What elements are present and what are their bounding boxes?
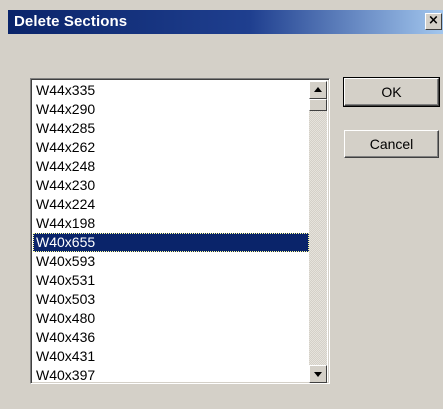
list-item[interactable]: W44x285 xyxy=(33,119,309,138)
list-item[interactable]: W40x503 xyxy=(33,290,309,309)
scroll-down-button[interactable] xyxy=(309,365,327,383)
list-item[interactable]: W40x531 xyxy=(33,271,309,290)
list-item[interactable]: W40x593 xyxy=(33,252,309,271)
list-item[interactable]: W44x335 xyxy=(33,81,309,100)
list-item[interactable]: W40x436 xyxy=(33,328,309,347)
list-item[interactable]: W44x290 xyxy=(33,100,309,119)
arrow-down-icon xyxy=(314,372,322,377)
close-icon: × xyxy=(428,13,439,28)
close-button[interactable]: × xyxy=(425,13,442,30)
arrow-up-icon xyxy=(314,87,322,92)
list-item[interactable]: W40x431 xyxy=(33,347,309,366)
cancel-button[interactable]: Cancel xyxy=(344,130,439,158)
title-bar: Delete Sections × xyxy=(8,10,443,34)
list-item[interactable]: W40x397 xyxy=(33,366,309,383)
sections-list: W44x335 W44x290 W44x285 W44x262 W44x248 W44x2… xyxy=(33,81,309,383)
list-item[interactable]: W44x198 xyxy=(33,214,309,233)
list-item[interactable]: W40x480 xyxy=(33,309,309,328)
sections-listbox[interactable]: W44x335 W44x290 W44x285 W44x262 W44x248 W44x2… xyxy=(30,78,330,384)
scrollbar-thumb[interactable] xyxy=(309,99,327,111)
scroll-up-button[interactable] xyxy=(309,81,327,99)
list-item[interactable]: W44x224 xyxy=(33,195,309,214)
delete-sections-dialog: Delete Sections × W44x335 W44x290 W44x285 W… xyxy=(0,0,443,409)
ok-button[interactable]: OK xyxy=(343,77,440,107)
list-item[interactable]: W44x262 xyxy=(33,138,309,157)
list-item-selected[interactable]: W40x655 xyxy=(33,233,309,252)
vertical-scrollbar[interactable] xyxy=(309,81,327,383)
dialog-title: Delete Sections xyxy=(14,13,128,30)
list-item[interactable]: W44x230 xyxy=(33,176,309,195)
list-item[interactable]: W44x248 xyxy=(33,157,309,176)
